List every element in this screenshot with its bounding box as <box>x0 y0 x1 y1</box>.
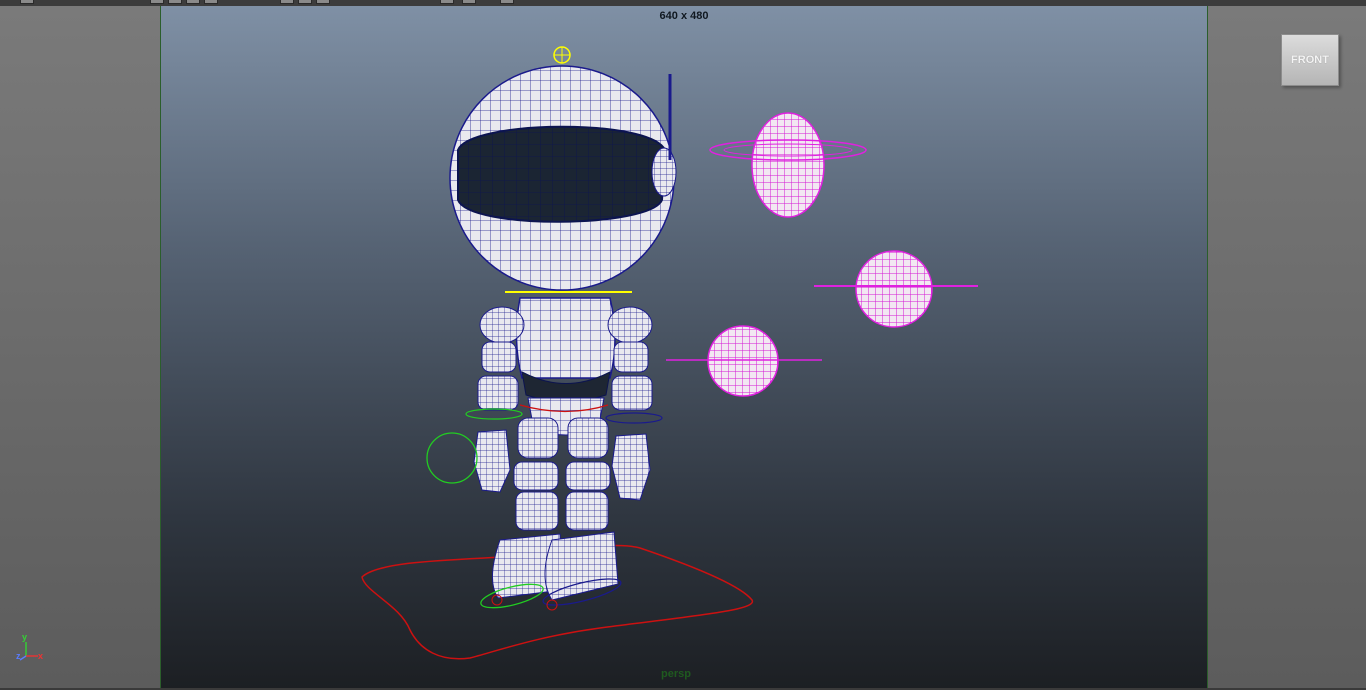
ik-pole-control[interactable] <box>426 432 478 484</box>
camera-name-label: persp <box>661 668 691 680</box>
right-boot[interactable] <box>544 531 619 601</box>
right-arm[interactable] <box>607 306 653 501</box>
axis-y-label: y <box>22 632 28 642</box>
left-leg[interactable] <box>513 417 559 531</box>
viewcube-face-label: FRONT <box>1291 54 1329 66</box>
torso[interactable] <box>515 297 616 436</box>
axis-x-label: x <box>38 651 44 661</box>
head-control-icon[interactable] <box>553 46 571 64</box>
planet-3[interactable] <box>666 325 822 397</box>
planet-2[interactable] <box>814 250 978 328</box>
viewcube[interactable]: FRONT <box>1281 34 1339 86</box>
axis-gizmo: y x z <box>14 632 54 666</box>
axis-z-label: z <box>16 651 21 661</box>
right-leg[interactable] <box>565 417 611 531</box>
3d-scene[interactable] <box>0 0 1366 690</box>
right-wrist-control[interactable] <box>605 412 663 424</box>
helmet[interactable] <box>449 65 677 291</box>
planet-1[interactable] <box>709 112 867 218</box>
